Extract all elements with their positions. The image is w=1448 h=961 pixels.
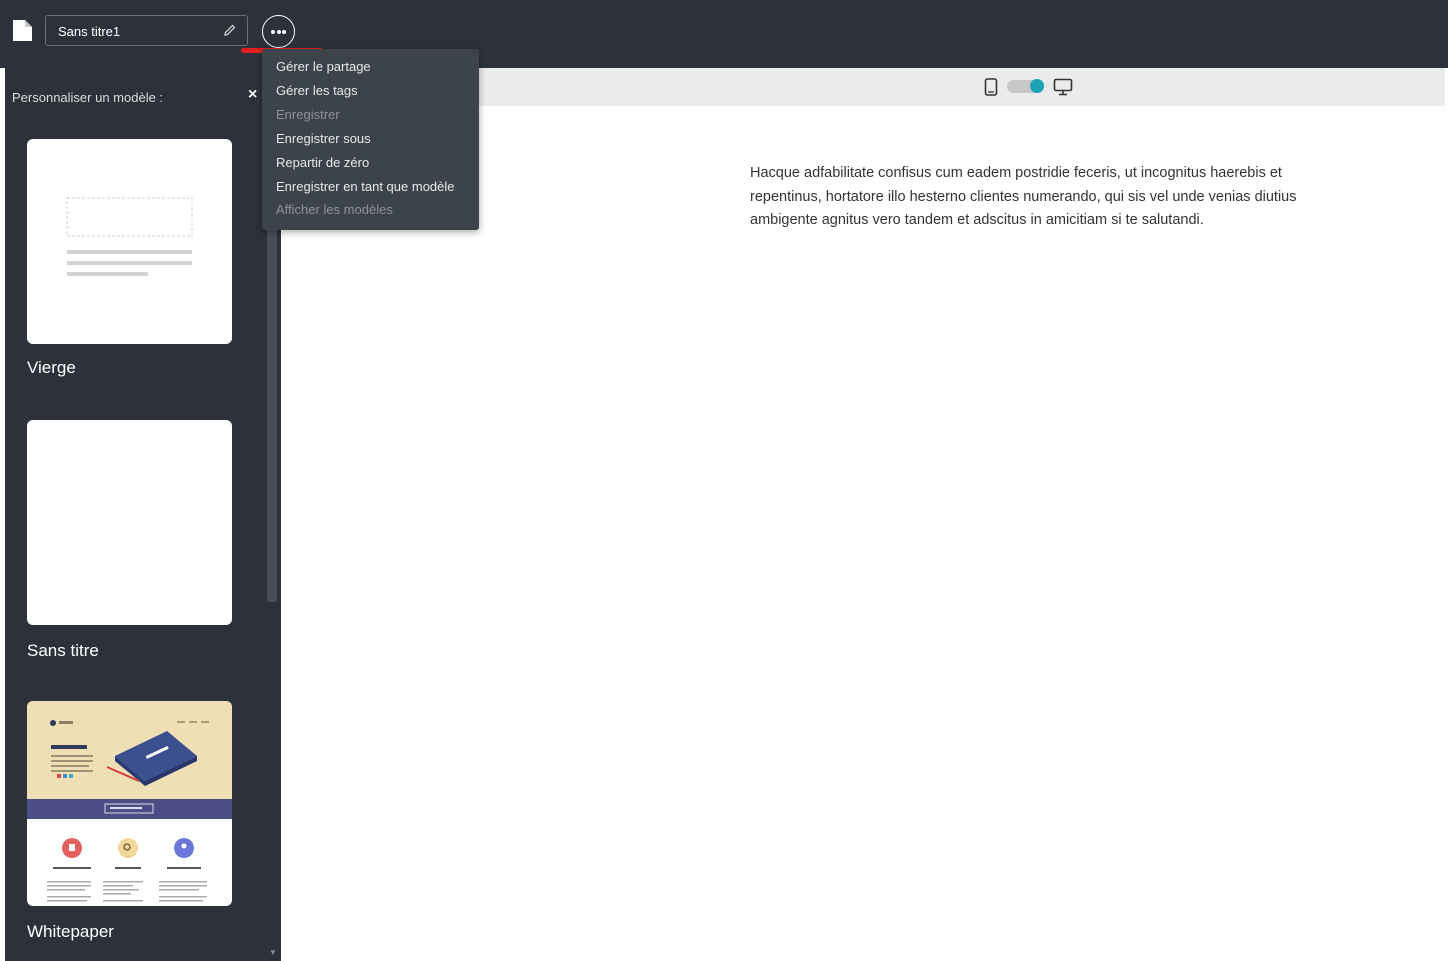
scroll-down-icon[interactable]: ▼ xyxy=(269,948,277,957)
document-title[interactable]: Sans titre1 xyxy=(58,24,120,39)
blank-template-thumbnail xyxy=(66,197,193,276)
template-label-sans-titre[interactable]: Sans titre xyxy=(27,641,99,661)
sidebar-title: Personnaliser un modèle : xyxy=(12,90,164,105)
template-sidebar: Personnaliser un modèle : × Vierge Sans … xyxy=(5,68,281,961)
whitepaper-thumbnail xyxy=(27,701,232,902)
document-icon xyxy=(13,20,32,41)
desktop-icon[interactable] xyxy=(1053,78,1073,96)
menu-item-enregistrer[interactable]: Enregistrer xyxy=(276,107,340,122)
more-dot-icon xyxy=(271,30,275,34)
preview-paragraph: Hacque adfabilitate confisus cum eadem p… xyxy=(750,165,1297,228)
toggle-knob xyxy=(1030,79,1044,93)
menu-item-afficher-modeles[interactable]: Afficher les modèles xyxy=(276,202,393,217)
more-options-button[interactable] xyxy=(262,15,295,48)
device-toggle[interactable] xyxy=(1007,79,1044,93)
menu-item-gerer-tags[interactable]: Gérer les tags xyxy=(276,83,358,98)
template-card-whitepaper[interactable] xyxy=(27,701,232,906)
template-card-sans-titre[interactable] xyxy=(27,420,232,625)
menu-item-gerer-partage[interactable]: Gérer le partage xyxy=(276,59,371,74)
close-icon[interactable]: × xyxy=(248,86,257,104)
menu-item-repartir-zero[interactable]: Repartir de zéro xyxy=(276,155,369,170)
template-label-vierge[interactable]: Vierge xyxy=(27,358,76,378)
menu-item-enregistrer-modele[interactable]: Enregistrer en tant que modèle xyxy=(276,179,455,194)
document-title-field[interactable]: Sans titre1 xyxy=(45,15,248,46)
top-bar: Sans titre1 xyxy=(0,0,1448,68)
more-dot-icon xyxy=(276,30,281,34)
menu-item-enregistrer-sous[interactable]: Enregistrer sous xyxy=(276,131,371,146)
pencil-icon[interactable] xyxy=(223,23,237,37)
template-label-whitepaper[interactable]: Whitepaper xyxy=(27,922,114,942)
sidebar-scrollbar[interactable] xyxy=(267,228,277,602)
template-card-vierge[interactable] xyxy=(27,139,232,344)
more-dot-icon xyxy=(282,30,286,34)
more-options-menu: Gérer le partage Gérer les tags Enregist… xyxy=(262,49,479,230)
mobile-icon[interactable] xyxy=(984,78,998,96)
